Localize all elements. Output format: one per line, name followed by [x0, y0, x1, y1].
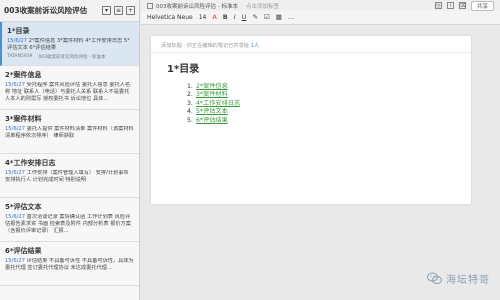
- note-editor-body[interactable]: 添加标题 · 你正在编辑的笔记已共享给 1人 1*目录 1. 2*案件信息 2. 3…: [151, 36, 471, 204]
- note-date: 15/6/27: [5, 170, 25, 176]
- toc-num: 3.: [187, 99, 193, 107]
- note-title: 1*目录: [7, 27, 30, 35]
- reminder-icon[interactable]: ◷: [434, 2, 442, 9]
- note-snippet: 15/6/27 工作安排（案件管理人填写） 安排/计划事项 安排执行人 计划完成…: [5, 170, 134, 184]
- share-button[interactable]: 共享: [470, 0, 494, 11]
- format-toolbar: Helvetica Neue 14 A B I U ✎ ☑ ▦ …: [141, 11, 500, 25]
- checkbox-icon[interactable]: ☑: [264, 14, 270, 21]
- toc-item: 3. 4*工作安排日志: [187, 100, 471, 108]
- note-snippet-text: 评估结果 不具备可诉性 不具备可诉性，具体为 委托代理 签订委托代理协议 未达成…: [5, 258, 134, 271]
- toc-item: 1. 2*案件信息: [187, 83, 471, 91]
- editor-pane: 003收案前诉讼风险评估 - 标准本 点击添加标签 ◷ i ⌫ 共享 Helve…: [141, 0, 500, 300]
- toc-item: 4. 5*评估文本: [187, 108, 471, 116]
- trash-icon[interactable]: ⌫: [459, 2, 466, 9]
- note-notebook: 003收案前诉讼风险评估 - 标准本: [38, 55, 106, 60]
- breadcrumb[interactable]: 003收案前诉讼风险评估 - 标准本: [156, 2, 238, 10]
- note-date: 15/6/27: [5, 126, 25, 132]
- watermark-text: 海坛特哥: [446, 275, 490, 286]
- list-view-icon[interactable]: ≡: [114, 6, 123, 15]
- toc-link[interactable]: 5*评估文本: [196, 108, 228, 116]
- underline-icon[interactable]: U: [242, 14, 247, 21]
- note-item-5[interactable]: 5*评估文本 15/6/27 首次洽谈记录 案情确认函 工作计划表 风险评估报告…: [0, 198, 139, 242]
- toc-link[interactable]: 4*工作安排日志: [196, 100, 240, 108]
- share-hint-text: 添加标题 · 你正在编辑的笔记已共享给: [161, 43, 249, 49]
- note-item-4[interactable]: 4*工作安排日志 15/6/27 工作安排（案件管理人填写） 安排/计划事项 安…: [0, 154, 139, 198]
- toc-link[interactable]: 6*评估结果: [196, 117, 228, 125]
- editor-titlebar: 003收案前诉讼风险评估 - 标准本 点击添加标签 ◷ i ⌫ 共享: [141, 0, 500, 11]
- toc-num: 1.: [187, 83, 193, 90]
- text-color-icon[interactable]: A: [212, 14, 216, 21]
- toc-num: 4.: [187, 108, 193, 116]
- note-snippet: 15/6/27 委托人提供 案件材料清单 案件材料（该案材料清单程序依次排序） …: [5, 126, 134, 140]
- toc-item: 2. 3*案件材料: [187, 91, 471, 99]
- note-title: 3*案件材料: [5, 115, 42, 123]
- note-item-3[interactable]: 3*案件材料 15/6/27 委托人提供 案件材料清单 案件材料（该案材料清单程…: [0, 110, 139, 154]
- note-date: 15/6/27: [7, 38, 27, 44]
- note-owner: TATAN5939: [7, 54, 33, 59]
- font-family-select[interactable]: Helvetica Neue: [147, 14, 193, 21]
- note-snippet: 15/6/27 首次洽谈记录 案情确认函 工作计划表 风险评估报告素求资 书面 …: [5, 214, 134, 235]
- note-title: 6*评估结果: [5, 247, 42, 255]
- notebook-icon[interactable]: [147, 2, 153, 9]
- wechat-icon: [427, 272, 442, 284]
- note-date: 15/6/27: [5, 214, 25, 220]
- toc-num: 2.: [187, 91, 193, 99]
- italic-icon[interactable]: I: [234, 14, 236, 21]
- toc-list: 1. 2*案件信息 2. 3*案件材料 3. 4*工作安排日志 4. 5*评估文本 5.…: [151, 83, 471, 125]
- note-snippet: 15/6/27 评估结果 不具备可诉性 不具备可诉性，具体为 委托代理 签订委托…: [5, 258, 134, 272]
- share-hint: 添加标题 · 你正在编辑的笔记已共享给 1人: [151, 36, 471, 53]
- note-snippet: 15/6/27 受托程序 案件风险评估 委托人信息 委托人名称 地址 联系人（电…: [5, 82, 134, 103]
- note-snippet-text: 委托人提供 案件材料清单 案件材料（该案材料清单程序依次排序） 律师获取: [5, 126, 134, 139]
- toc-item: 5. 6*评估结果: [187, 117, 471, 125]
- note-item-6[interactable]: 6*评估结果 15/6/27 评估结果 不具备可诉性 不具备可诉性，具体为 委托…: [0, 242, 139, 286]
- table-icon[interactable]: ▦: [276, 14, 282, 21]
- highlight-icon[interactable]: ✎: [252, 14, 257, 21]
- tag-input[interactable]: 点击添加标签: [246, 2, 279, 10]
- note-title: 2*案件信息: [5, 71, 42, 79]
- note-list-header: 003收案前诉讼风险评估 ▾ ≡ +: [0, 0, 139, 22]
- toc-num: 5.: [187, 116, 193, 124]
- note-title: 4*工作安排日志: [5, 159, 56, 167]
- font-size-select[interactable]: 14: [199, 14, 207, 21]
- note-item-2[interactable]: 2*案件信息 15/6/27 受托程序 案件风险评估 委托人信息 委托人名称 地…: [0, 66, 139, 110]
- document-title: 1*目录: [167, 64, 200, 75]
- note-date: 15/6/27: [5, 258, 25, 264]
- note-item-1[interactable]: 1*目录 15/6/27 2*案件信息 3*案件材料 4*工作安排日志 5*评估…: [0, 22, 139, 66]
- note-meta: TATAN5939 003收案前诉讼风险评估 - 标准本: [7, 54, 134, 60]
- share-count-link[interactable]: 1人: [251, 43, 260, 49]
- note-list-sidebar: 003收案前诉讼风险评估 ▾ ≡ + 1*目录 15/6/27 2*案件信息 3…: [0, 0, 140, 300]
- note-title: 5*评估文本: [5, 203, 42, 211]
- watermark: 海坛特哥: [427, 271, 490, 286]
- titlebar-actions: ◷ i ⌫ 共享: [434, 0, 494, 11]
- note-snippet: 15/6/27 2*案件信息 3*案件材料 4*工作安排日志 5*评估文本 6*…: [7, 38, 134, 52]
- more-icon[interactable]: …: [288, 14, 295, 21]
- bold-icon[interactable]: B: [223, 14, 228, 21]
- toc-link[interactable]: 3*案件材料: [196, 91, 228, 99]
- note-date: 15/6/27: [5, 82, 25, 88]
- notebook-title[interactable]: 003收案前诉讼风险评估: [4, 5, 99, 16]
- info-icon[interactable]: i: [446, 2, 454, 9]
- new-note-icon[interactable]: +: [126, 6, 135, 15]
- chevron-down-icon[interactable]: ▾: [102, 6, 111, 15]
